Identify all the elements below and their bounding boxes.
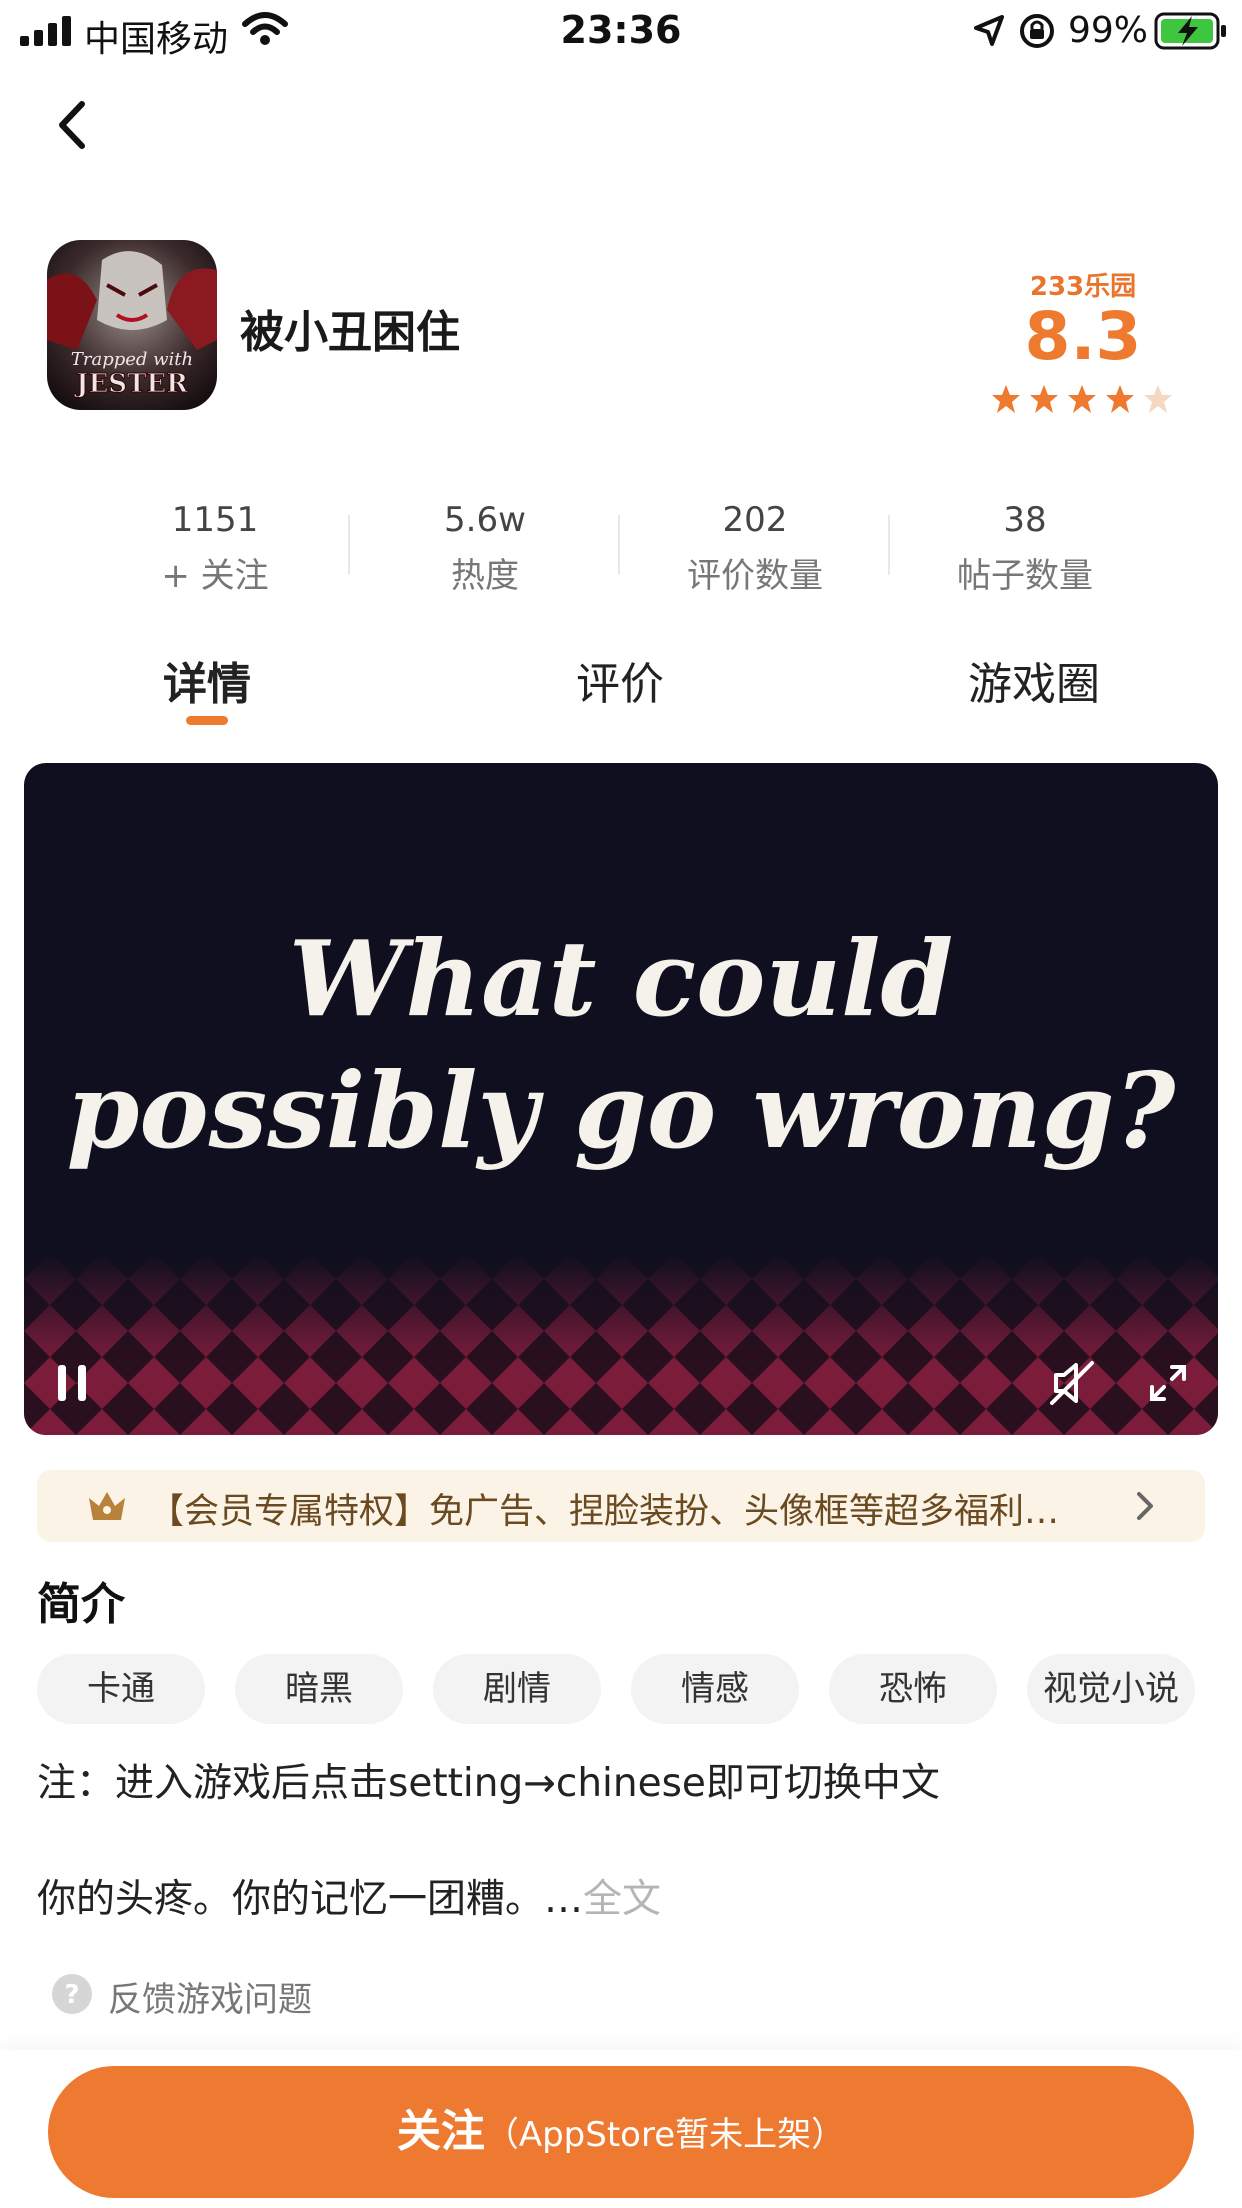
stat-heat-label: 热度	[451, 556, 519, 596]
rating-stars	[992, 385, 1172, 413]
pause-button[interactable]	[44, 1353, 104, 1413]
status-bar: 中国移动 23:36 99%	[0, 0, 1242, 62]
tag-chip[interactable]: 剧情	[433, 1654, 601, 1724]
video-caption-line1: What could	[288, 917, 954, 1040]
star-empty-icon	[1144, 385, 1172, 413]
tag-chip[interactable]: 情感	[631, 1654, 799, 1724]
tag-chip[interactable]: 恐怖	[829, 1654, 997, 1724]
icon-text-bottom: JESTER	[74, 369, 188, 399]
tab-details[interactable]: 详情	[163, 648, 251, 712]
tag-list: 卡通 暗黑 剧情 情感 恐怖 视觉小说	[37, 1654, 1242, 1726]
back-button[interactable]	[40, 90, 110, 160]
tag-chip[interactable]: 视觉小说	[1027, 1654, 1195, 1724]
rotation-lock-icon	[1020, 14, 1054, 48]
stat-reviews[interactable]: 202 评价数量	[620, 492, 890, 604]
app-title: 被小丑困住	[240, 307, 460, 358]
video-caption: What could possibly go wrong?	[24, 913, 1218, 1177]
intro-summary: 你的头疼。你的记忆一团糟。…全文	[37, 1868, 661, 1924]
star-icon	[992, 385, 1020, 413]
follow-button-note: （AppStore暂未上架）	[484, 2115, 846, 2155]
stat-follow[interactable]: 1151 + 关注	[80, 492, 350, 604]
stat-heat: 5.6w 热度	[350, 492, 620, 604]
battery-percent: 99%	[1068, 10, 1149, 51]
stat-follow-value: 1151	[171, 500, 259, 540]
battery-charging-icon	[1154, 12, 1226, 50]
stat-posts-label: 帖子数量	[957, 556, 1093, 596]
icon-text-top: Trapped with	[71, 349, 193, 370]
fullscreen-icon	[1150, 1365, 1186, 1401]
harlequin-pattern	[24, 1253, 1218, 1435]
video-player[interactable]: What could possibly go wrong?	[24, 763, 1218, 1435]
fullscreen-button[interactable]	[1138, 1353, 1198, 1413]
app-icon: Trapped with JESTER	[47, 240, 217, 410]
stat-posts-value: 38	[1003, 500, 1047, 540]
stat-reviews-label: 评价数量	[687, 556, 823, 596]
svg-text:?: ?	[64, 1980, 79, 2010]
intro-summary-text: 你的头疼。你的记忆一团糟。…	[37, 1877, 584, 1922]
help-icon: ?	[52, 1974, 92, 2014]
star-icon	[1030, 385, 1058, 413]
stat-heat-value: 5.6w	[444, 500, 526, 540]
intro-note: 注：进入游戏后点击setting→chinese即可切换中文	[37, 1761, 940, 1806]
video-caption-line2: possibly go wrong?	[66, 1049, 1176, 1172]
vip-banner[interactable]: 【会员专属特权】免广告、捏脸装扮、头像框等超多福利…	[37, 1470, 1205, 1542]
stat-reviews-value: 202	[722, 500, 788, 540]
read-more-link[interactable]: 全文	[583, 1877, 661, 1922]
crown-icon	[89, 1492, 125, 1520]
star-icon	[1068, 385, 1096, 413]
chevron-right-icon	[1137, 1492, 1153, 1520]
tab-reviews[interactable]: 评价	[576, 648, 664, 712]
star-icon	[1106, 385, 1134, 413]
mute-button[interactable]	[1042, 1353, 1102, 1413]
muted-speaker-icon	[1050, 1361, 1094, 1405]
follow-button-label: 关注	[396, 2106, 485, 2157]
vip-banner-text: 【会员专属特权】免广告、捏脸装扮、头像框等超多福利…	[149, 1492, 1060, 1532]
rating-score: 8.3	[1024, 298, 1142, 375]
chevron-left-icon	[59, 101, 85, 149]
tag-chip[interactable]: 暗黑	[235, 1654, 403, 1724]
tab-indicator	[186, 716, 228, 725]
pause-icon	[58, 1365, 66, 1401]
tab-game-circle[interactable]: 游戏圈	[968, 648, 1100, 712]
intro-title: 简介	[37, 1579, 125, 1630]
stat-follow-label: + 关注	[161, 556, 269, 596]
stat-posts[interactable]: 38 帖子数量	[890, 492, 1160, 604]
tag-chip[interactable]: 卡通	[37, 1654, 205, 1724]
location-icon	[974, 15, 1004, 46]
follow-button[interactable]: 关注（AppStore暂未上架）	[48, 2066, 1194, 2198]
feedback-text: 反馈游戏问题	[108, 1980, 312, 2020]
